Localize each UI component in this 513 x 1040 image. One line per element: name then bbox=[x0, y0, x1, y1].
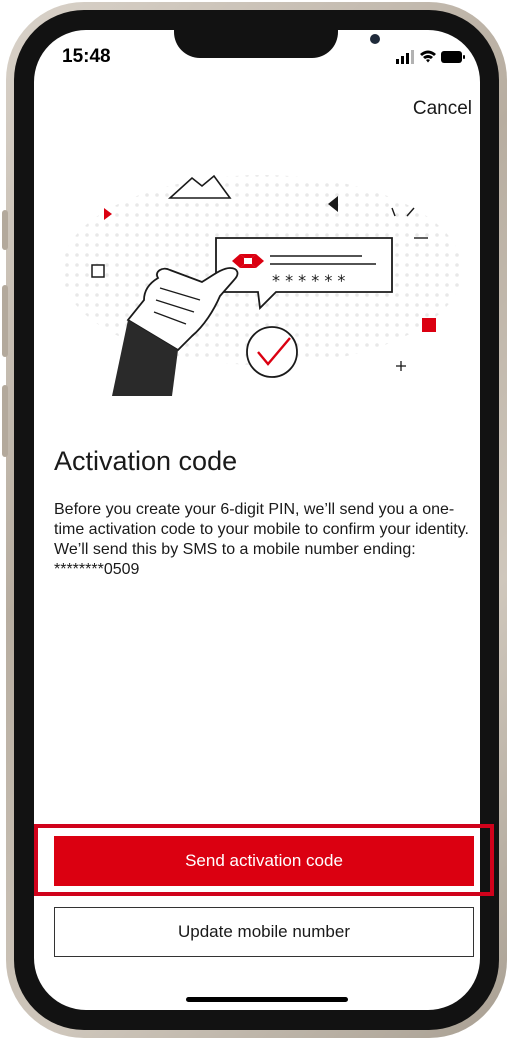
send-activation-code-button[interactable]: Send activation code bbox=[54, 836, 474, 886]
activation-illustration: * * * * * * bbox=[62, 174, 462, 396]
plus-icon bbox=[396, 361, 406, 371]
camera-icon bbox=[370, 34, 380, 44]
cancel-button[interactable]: Cancel bbox=[413, 98, 472, 120]
battery-icon bbox=[441, 51, 465, 63]
mute-switch bbox=[2, 210, 8, 250]
description-text: Before you create your 6-digit PIN, we’l… bbox=[54, 501, 469, 538]
status-time: 15:48 bbox=[62, 46, 111, 67]
signal-icon bbox=[396, 50, 414, 64]
square-outline-icon bbox=[91, 264, 105, 278]
description-block: Before you create your 6-digit PIN, we’l… bbox=[54, 500, 474, 580]
check-circle bbox=[246, 326, 298, 378]
sms-info-text: We’ll send this by SMS to a mobile numbe… bbox=[54, 541, 416, 578]
page-title: Activation code bbox=[54, 446, 238, 476]
home-indicator[interactable] bbox=[186, 997, 348, 1002]
red-square-icon bbox=[422, 318, 436, 332]
wifi-icon bbox=[420, 50, 436, 63]
status-icons bbox=[396, 50, 465, 64]
masked-code-text: * * * * * * bbox=[272, 271, 345, 290]
notch bbox=[174, 10, 380, 58]
update-mobile-number-button[interactable]: Update mobile number bbox=[54, 907, 474, 957]
volume-down-button bbox=[2, 385, 8, 457]
volume-up-button bbox=[2, 285, 8, 357]
